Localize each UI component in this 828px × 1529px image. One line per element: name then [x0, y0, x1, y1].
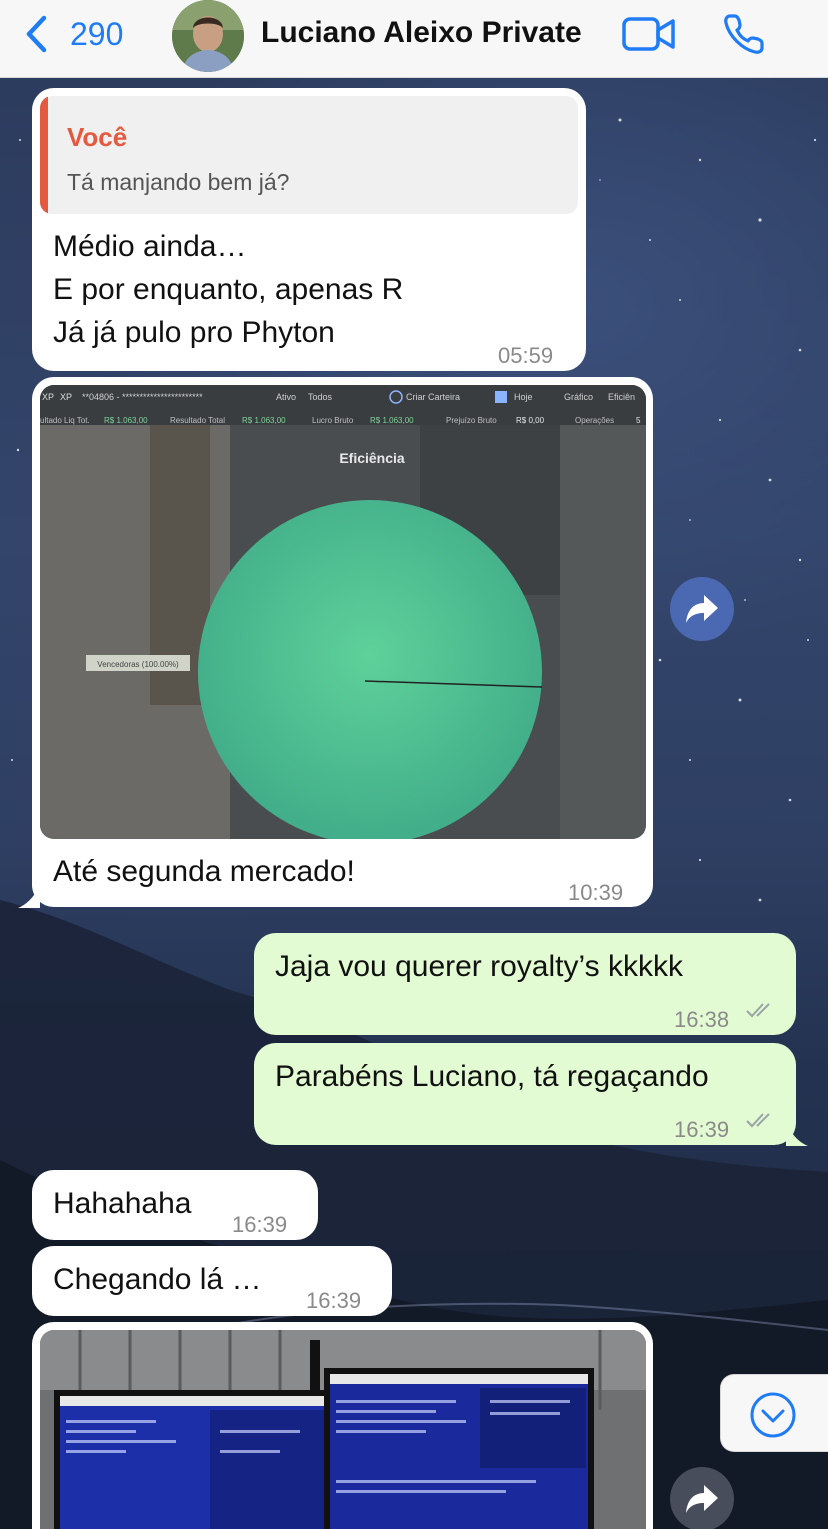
read-receipt-icon [746, 1113, 770, 1128]
photo-pie-chart [198, 500, 542, 839]
image-caption: Até segunda mercado! [53, 850, 355, 893]
message-time: 16:38 [674, 1007, 730, 1032]
message-line: Já já pulo pro Phyton [53, 316, 335, 349]
quote-text: Tá manjando bem já? [67, 169, 290, 195]
bubble-tail [786, 1124, 808, 1146]
avatar-photo [172, 0, 244, 72]
photo-chart-title: Eficiência [339, 450, 405, 466]
message-line: E por enquanto, apenas R [53, 273, 404, 306]
forward-arrow-icon [686, 595, 718, 623]
photo-toolbar-criar: Criar Carteira [406, 392, 460, 402]
message-text: Parabéns Luciano, tá regaçando [275, 1055, 709, 1098]
contact-avatar[interactable] [172, 0, 244, 72]
message-time: 10:39 [568, 880, 624, 905]
photo-toolbar-grafico: Gráfico [564, 392, 593, 402]
back-button-count[interactable]: 290 [70, 16, 123, 53]
incoming-message-bubble[interactable]: Você Tá manjando bem já? Médio ainda… E … [32, 88, 586, 371]
photo-toolbar-ativo: Ativo [276, 392, 296, 402]
quote-author: Você [67, 122, 128, 152]
incoming-image-message[interactable] [32, 1322, 653, 1529]
message-text: Chegando lá … [53, 1258, 261, 1301]
photo-stat-value: R$ 1.063,00 [242, 416, 286, 425]
caption-line: Até segunda mercado! [53, 855, 355, 888]
forward-arrow-icon [686, 1485, 718, 1513]
message-line: Chegando lá … [53, 1263, 262, 1296]
scroll-to-bottom-button[interactable] [720, 1374, 828, 1452]
photo-toolbar-xp: XP [60, 392, 72, 402]
incoming-image-message[interactable]: XP XP **04806 - *********************** … [32, 377, 653, 907]
message-line: Médio ainda… [53, 230, 247, 263]
chat-header: 290 Luciano Aleixo Private [0, 0, 828, 78]
photo-stat-value: R$ 0,00 [516, 416, 545, 425]
photo-toolbar-hoje: Hoje [514, 392, 533, 402]
photo-image [40, 1330, 646, 1529]
photo-calendar-icon [495, 391, 507, 403]
photo-image: XP XP **04806 - *********************** … [40, 385, 646, 839]
message-time: 05:59 [498, 343, 554, 368]
forward-button[interactable] [670, 577, 734, 641]
desk-monitors-photo[interactable] [40, 1330, 646, 1529]
forward-button[interactable] [670, 1467, 734, 1529]
chevron-down-circle-icon [750, 1392, 796, 1438]
photo-stat-label: Operações [575, 416, 614, 425]
message-time: 16:39 [232, 1212, 288, 1237]
message-line: Jaja vou querer royalty’s kkkkk [275, 950, 683, 983]
quoted-reply[interactable]: Você Tá manjando bem já? [40, 96, 578, 214]
message-text: Médio ainda… E por enquanto, apenas R Já… [53, 225, 403, 354]
photo-legend-label: Vencedoras (100.00%) [97, 660, 179, 669]
contact-name[interactable]: Luciano Aleixo Private [261, 16, 582, 50]
outgoing-message-bubble[interactable]: Jaja vou querer royalty’s kkkkk 16:38 [254, 933, 796, 1035]
photo-stat-label: Lucro Bruto [312, 416, 354, 425]
outgoing-message-bubble[interactable]: Parabéns Luciano, tá regaçando 16:39 [254, 1043, 796, 1145]
incoming-message-bubble[interactable]: Chegando lá … 16:39 [32, 1246, 392, 1316]
message-text: Hahahaha [53, 1182, 191, 1225]
photo-toolbar-eficiencia: Eficiên [608, 392, 635, 402]
message-line: Hahahaha [53, 1187, 192, 1220]
photo-stat-label: Prejuízo Bruto [446, 416, 497, 425]
phone-icon[interactable] [722, 12, 766, 56]
photo-stat-value: R$ 1.063,00 [370, 416, 414, 425]
photo-toolbar-account: **04806 - *********************** [82, 392, 203, 402]
incoming-message-bubble[interactable]: Hahahaha 16:39 [32, 1170, 318, 1240]
back-chevron-icon[interactable] [24, 14, 50, 54]
read-receipt-icon [746, 1003, 770, 1018]
photo-stat-value: 5 [636, 416, 641, 425]
photo-stat-label: Resultado Total [170, 416, 225, 425]
message-line: Parabéns Luciano, tá regaçando [275, 1060, 709, 1093]
photo-toolbar-text: XP [42, 392, 54, 402]
quote-bar [40, 96, 48, 214]
photo-stat-label: ultado Liq Tot. [40, 416, 90, 425]
message-time: 16:39 [306, 1288, 362, 1313]
photo-toolbar-todos: Todos [308, 392, 333, 402]
trading-chart-photo[interactable]: XP XP **04806 - *********************** … [40, 385, 646, 839]
bubble-tail [18, 886, 40, 908]
video-camera-icon[interactable] [622, 14, 676, 54]
photo-stat-value: R$ 1.063,00 [104, 416, 148, 425]
message-time: 16:39 [674, 1117, 730, 1142]
message-text: Jaja vou querer royalty’s kkkkk [275, 945, 683, 988]
